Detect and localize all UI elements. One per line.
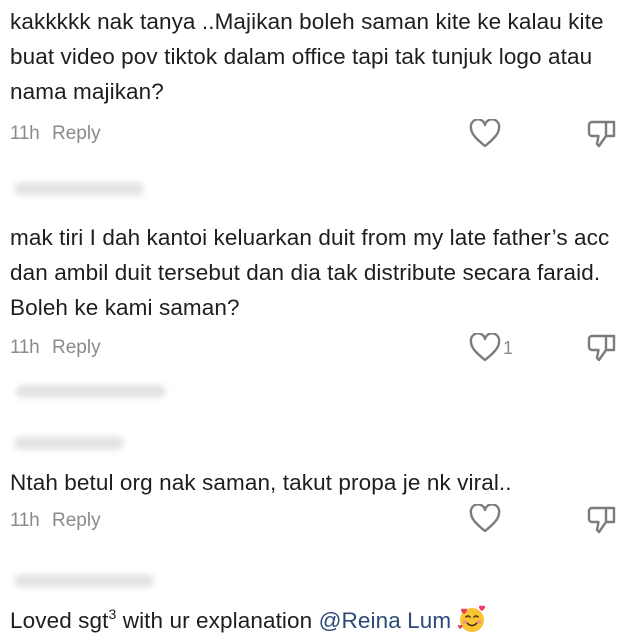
view-replies-blurred[interactable] (16, 385, 166, 398)
heart-icon (469, 119, 501, 148)
comment-thread: kakkkkk nak tanya ..Majikan boleh saman … (0, 0, 641, 642)
smiling-face-with-hearts-icon (457, 604, 487, 642)
comment-text-end: with ur explanation (116, 608, 319, 633)
dislike-icon[interactable] (586, 117, 618, 149)
heart-icon (469, 333, 501, 362)
comment-text: kakkkkk nak tanya ..Majikan boleh saman … (10, 9, 604, 104)
like-button[interactable] (469, 119, 529, 149)
dislike-icon[interactable] (586, 331, 618, 363)
reply-button[interactable]: Reply (52, 337, 101, 359)
like-count: 1 (503, 337, 514, 358)
mention-link[interactable]: @Reina Lum (319, 608, 452, 633)
comment-time: 11h (10, 123, 40, 144)
comment-text: mak tiri I dah kantoi keluarkan duit fro… (10, 225, 610, 320)
comment-text: Loved sgt3 with ur explanation @Reina Lu… (10, 603, 622, 642)
username-blurred[interactable] (14, 182, 144, 196)
comment-time: 11h (10, 510, 40, 531)
username-blurred[interactable] (14, 574, 154, 588)
reply-button[interactable]: Reply (52, 123, 101, 145)
dislike-icon[interactable] (586, 503, 618, 535)
comment-meta: 11h Reply (10, 336, 101, 360)
like-button[interactable] (469, 504, 529, 534)
like-button[interactable]: 1 (469, 333, 529, 363)
comment-text-start: Loved sgt (10, 608, 109, 633)
reply-button[interactable]: Reply (52, 510, 101, 532)
comment-meta: 11h Reply (10, 122, 101, 146)
username-blurred[interactable] (14, 436, 124, 450)
comment-text: Ntah betul org nak saman, takut propa je… (10, 470, 512, 495)
heart-icon (469, 504, 501, 533)
comment-meta: 11h Reply (10, 509, 101, 533)
comment-time: 11h (10, 337, 40, 358)
